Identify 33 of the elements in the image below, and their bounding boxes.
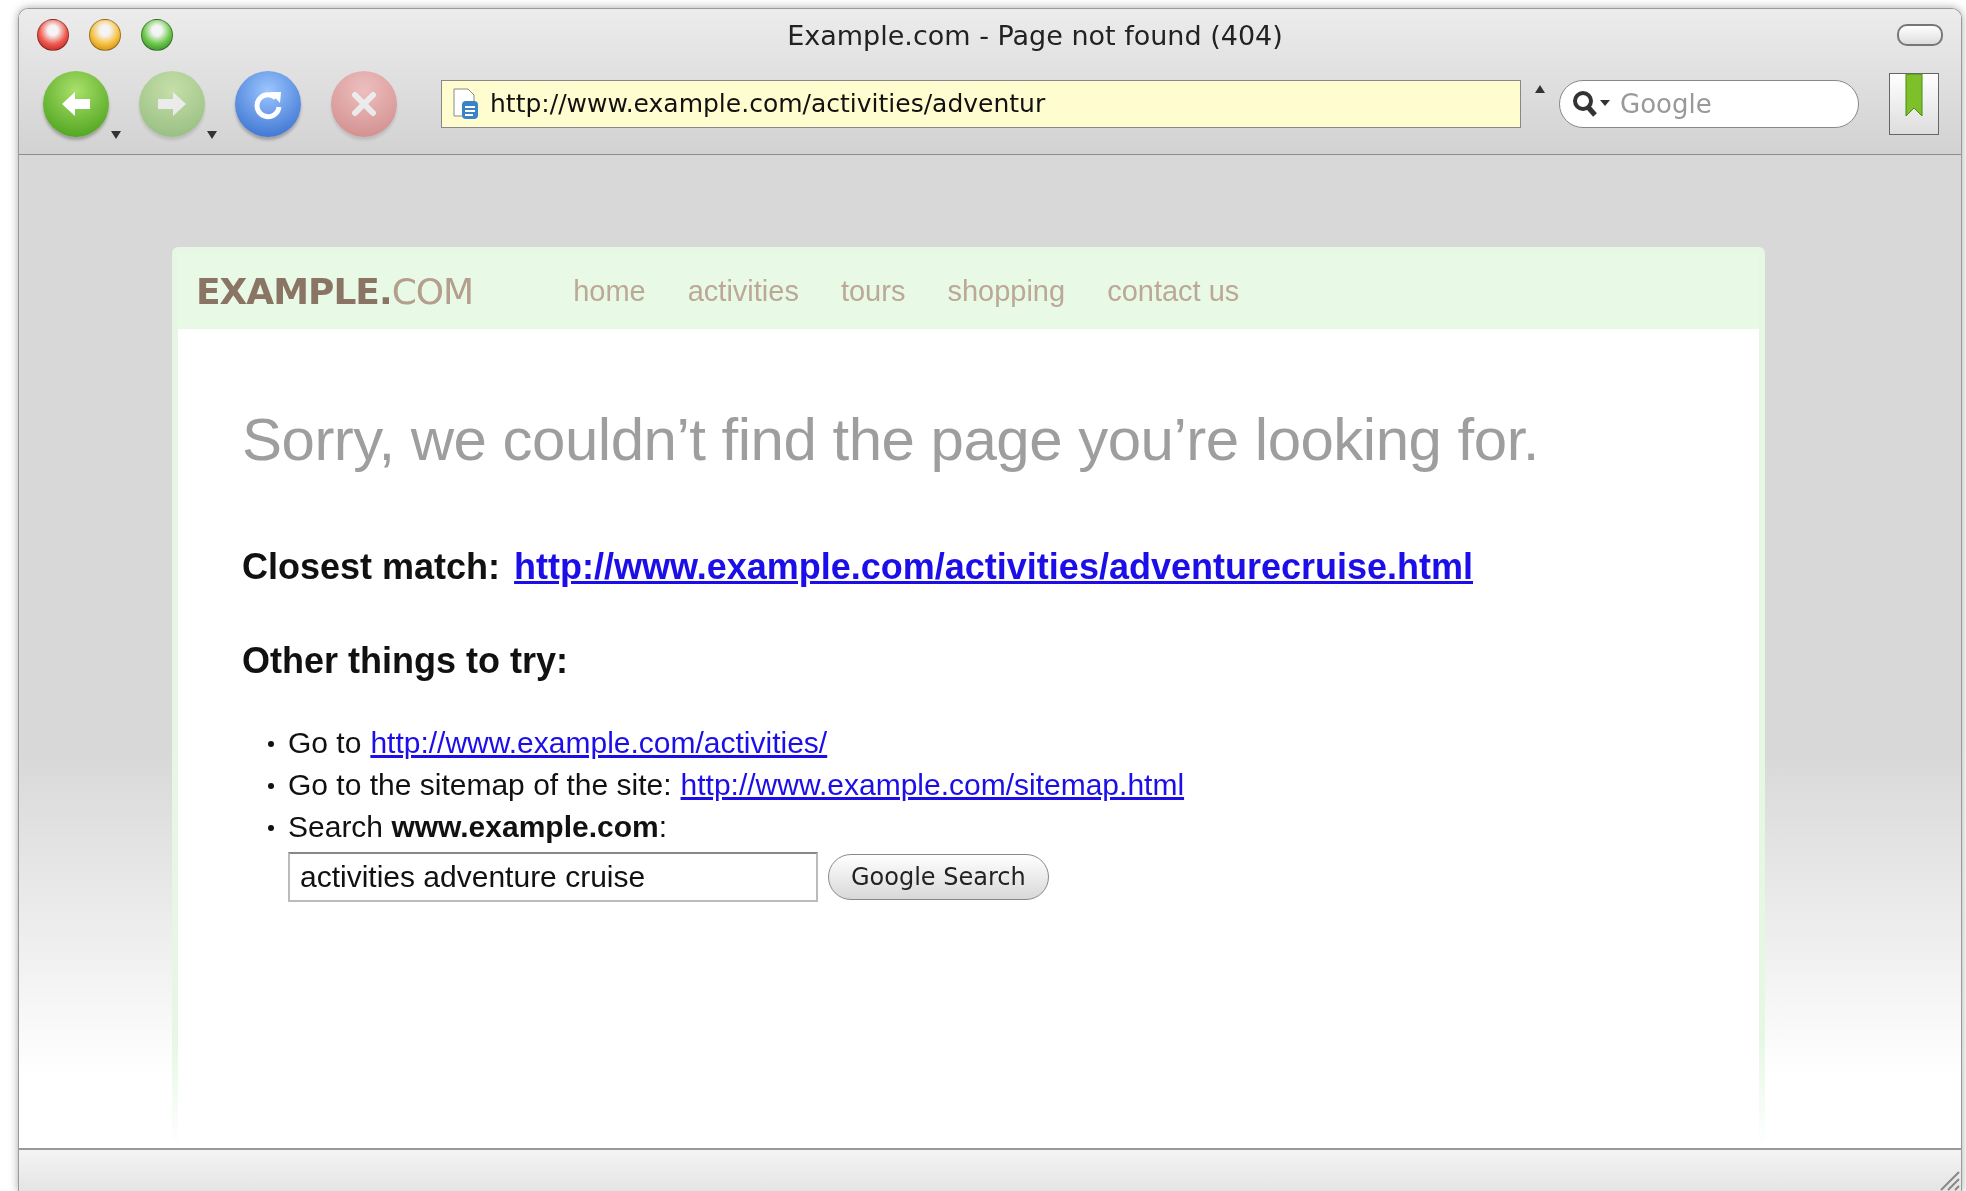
search-button[interactable]: Google Search [828, 854, 1049, 900]
section-heading: Other things to try: [242, 640, 569, 682]
address-field[interactable]: http://www.example.com/activities/adventur [490, 89, 1510, 118]
item-text: Go to [288, 726, 362, 760]
search-icon [1572, 89, 1612, 118]
caret-icon[interactable] [111, 130, 121, 139]
address-bar[interactable]: http://www.example.com/activities/adventur [441, 79, 1521, 128]
site-logo[interactable]: EXAMPLE.COM [196, 270, 474, 312]
caret-icon [1535, 85, 1545, 93]
zoom-window-button[interactable] [141, 19, 173, 51]
toolbar-toggle-button[interactable] [1897, 24, 1943, 46]
suggestion-link[interactable]: http://www.example.com/sitemap.html [680, 768, 1185, 802]
close-icon [351, 90, 377, 117]
page-icon [452, 87, 480, 120]
item-text: Go to the sitemap of the site: [288, 768, 672, 802]
bullet-icon [268, 825, 274, 831]
item-text: Search www.example.com: [288, 810, 669, 844]
closest-match-label: Closest match: [242, 546, 501, 588]
reload-button[interactable] [235, 70, 301, 137]
bullet-icon [268, 783, 274, 789]
closest-match-link[interactable]: http://www.example.com/activities/adventurecruise.html [514, 546, 1474, 588]
bookmarks-button[interactable] [1889, 72, 1939, 135]
error-heading: Sorry, we couldn’t find the page you’re looking for. [242, 405, 1540, 474]
window-title: Example.com - Page not found (404) [786, 19, 1284, 51]
bookmark-icon [1904, 73, 1924, 118]
bullet-icon [268, 741, 274, 747]
search-input-field[interactable]: activities adventure cruise [288, 852, 818, 902]
left-arrow-icon [60, 89, 92, 118]
right-arrow-icon [156, 89, 188, 118]
search-box[interactable]: Google [1559, 79, 1859, 128]
suggestion-link[interactable]: http://www.example.com/activities/ [370, 726, 828, 760]
minimize-window-button[interactable] [89, 19, 121, 51]
close-window-button[interactable] [37, 19, 69, 51]
